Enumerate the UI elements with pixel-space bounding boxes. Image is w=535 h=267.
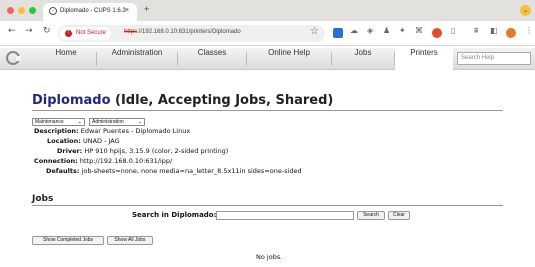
new-tab-button[interactable]: + xyxy=(144,4,149,14)
tab-title: Diplomado - CUPS 1.6.3 xyxy=(60,8,126,14)
nav-home[interactable]: Home xyxy=(36,48,96,70)
defaults-key: Defaults: xyxy=(46,167,80,175)
address-bar[interactable]: ! Not Secure https://192.168.0.10:631/pr… xyxy=(58,25,325,42)
clear-button[interactable]: Clear xyxy=(388,211,410,220)
jobs-divider xyxy=(32,205,503,206)
nav-online-help[interactable]: Online Help xyxy=(247,48,331,70)
administration-select-value: Administration xyxy=(92,119,124,125)
administration-select[interactable]: Administration ⌄ xyxy=(89,118,145,126)
bookmark-star-icon[interactable]: ☆ xyxy=(310,26,319,37)
printer-state: (Idle, Accepting Jobs, Shared) xyxy=(115,93,334,108)
globe-icon: ◦ xyxy=(49,7,57,15)
connection-value: http://192.168.0.10:631/ipp/ xyxy=(79,157,173,165)
person-icon[interactable]: ♟ xyxy=(383,26,390,35)
cups-nav-bar: Home Administration Classes Online Help … xyxy=(0,48,535,70)
search-button[interactable]: Search xyxy=(357,211,385,220)
description-key: Description: xyxy=(34,127,79,135)
description-value: Edwar Puentes - Diplomado Linux xyxy=(80,127,191,135)
close-window-button[interactable] xyxy=(7,7,14,14)
title-divider xyxy=(32,110,503,111)
maximize-window-button[interactable] xyxy=(29,7,36,14)
browser-tab-bar: ◦ Diplomado - CUPS 1.6.3 × + ⌄ xyxy=(0,0,535,21)
close-icon[interactable]: × xyxy=(125,7,129,14)
job-search-input[interactable] xyxy=(216,211,354,220)
chevron-down-icon[interactable]: ⌄ xyxy=(520,5,531,16)
location-key: Location: xyxy=(47,137,81,145)
defaults-row: Defaults: job-sheets=none, none media=na… xyxy=(46,167,302,175)
job-search-label: Search in Diplomado: xyxy=(132,211,217,219)
location-value: UNAD - JAG xyxy=(82,137,120,145)
nav-printers[interactable]: Printers xyxy=(395,48,453,70)
printer-name[interactable]: Diplomado xyxy=(32,93,111,108)
minimize-window-button[interactable] xyxy=(18,7,25,14)
nav-jobs[interactable]: Jobs xyxy=(332,48,394,70)
forward-arrow-icon[interactable]: → xyxy=(25,26,33,36)
maintenance-select-value: Maintenance xyxy=(35,119,64,125)
show-all-jobs-button[interactable]: Show All Jobs xyxy=(107,236,153,245)
show-completed-jobs-button[interactable]: Show Completed Jobs xyxy=(32,236,104,245)
security-label: Not Secure xyxy=(76,30,107,36)
connection-key: Connection: xyxy=(34,157,78,165)
opera-icon[interactable] xyxy=(432,28,442,38)
driver-value: HP 910 hpijs, 3.15.9 (color, 2-sided pri… xyxy=(84,147,229,155)
filter-icon[interactable]: ⩩ xyxy=(474,26,478,36)
page-title: Diplomado (Idle, Accepting Jobs, Shared) xyxy=(32,93,333,108)
url-scheme: https xyxy=(124,29,138,35)
security-indicator[interactable]: ! Not Secure xyxy=(60,27,112,40)
location-row: Location: UNAD - JAG xyxy=(47,137,120,145)
browser-tab[interactable]: ◦ Diplomado - CUPS 1.6.3 × xyxy=(43,3,137,21)
description-row: Description: Edwar Puentes - Diplomado L… xyxy=(34,127,190,135)
profile-avatar[interactable] xyxy=(506,28,516,38)
nav-administration[interactable]: Administration xyxy=(97,48,177,70)
puzzle-icon[interactable]: ✦ xyxy=(399,26,406,35)
more-menu-icon[interactable]: ⋮ xyxy=(525,26,533,35)
chevron-down-icon: ⌄ xyxy=(137,119,142,125)
translate-icon[interactable]: ⌘ xyxy=(415,26,423,35)
reload-icon[interactable]: ↻ xyxy=(43,26,51,36)
cloud-icon[interactable]: ☁ xyxy=(350,26,358,35)
jobs-heading: Jobs xyxy=(32,194,54,204)
help-search-input[interactable]: Search Help xyxy=(457,52,531,65)
warning-icon: ! xyxy=(65,30,72,37)
driver-key: Driver: xyxy=(57,147,83,155)
back-arrow-icon[interactable]: ← xyxy=(8,26,16,36)
sidebar-icon[interactable]: ◧ xyxy=(490,26,498,35)
driver-row: Driver: HP 910 hpijs, 3.15.9 (color, 2-s… xyxy=(57,147,228,155)
chevron-down-icon: ⌄ xyxy=(77,119,82,125)
shield-icon[interactable]: ◈ xyxy=(367,26,373,35)
maintenance-select[interactable]: Maintenance ⌄ xyxy=(32,118,85,126)
nav-classes[interactable]: Classes xyxy=(178,48,246,70)
extension-icon[interactable] xyxy=(333,28,343,38)
cups-logo-icon[interactable] xyxy=(6,51,21,65)
connection-row: Connection: http://192.168.0.10:631/ipp/ xyxy=(34,157,172,165)
document-icon[interactable]: ▯ xyxy=(451,26,455,35)
url-text[interactable]: https://192.168.0.10:631/printers/Diplom… xyxy=(124,29,241,35)
defaults-value: job-sheets=none, none media=na_letter_8.… xyxy=(81,167,302,175)
no-jobs-message: No jobs. xyxy=(256,253,283,261)
browser-toolbar: ← → ↻ ! Not Secure https://192.168.0.10:… xyxy=(0,21,535,46)
url-path: ://192.168.0.10:631/printers/Diplomado xyxy=(137,29,241,35)
